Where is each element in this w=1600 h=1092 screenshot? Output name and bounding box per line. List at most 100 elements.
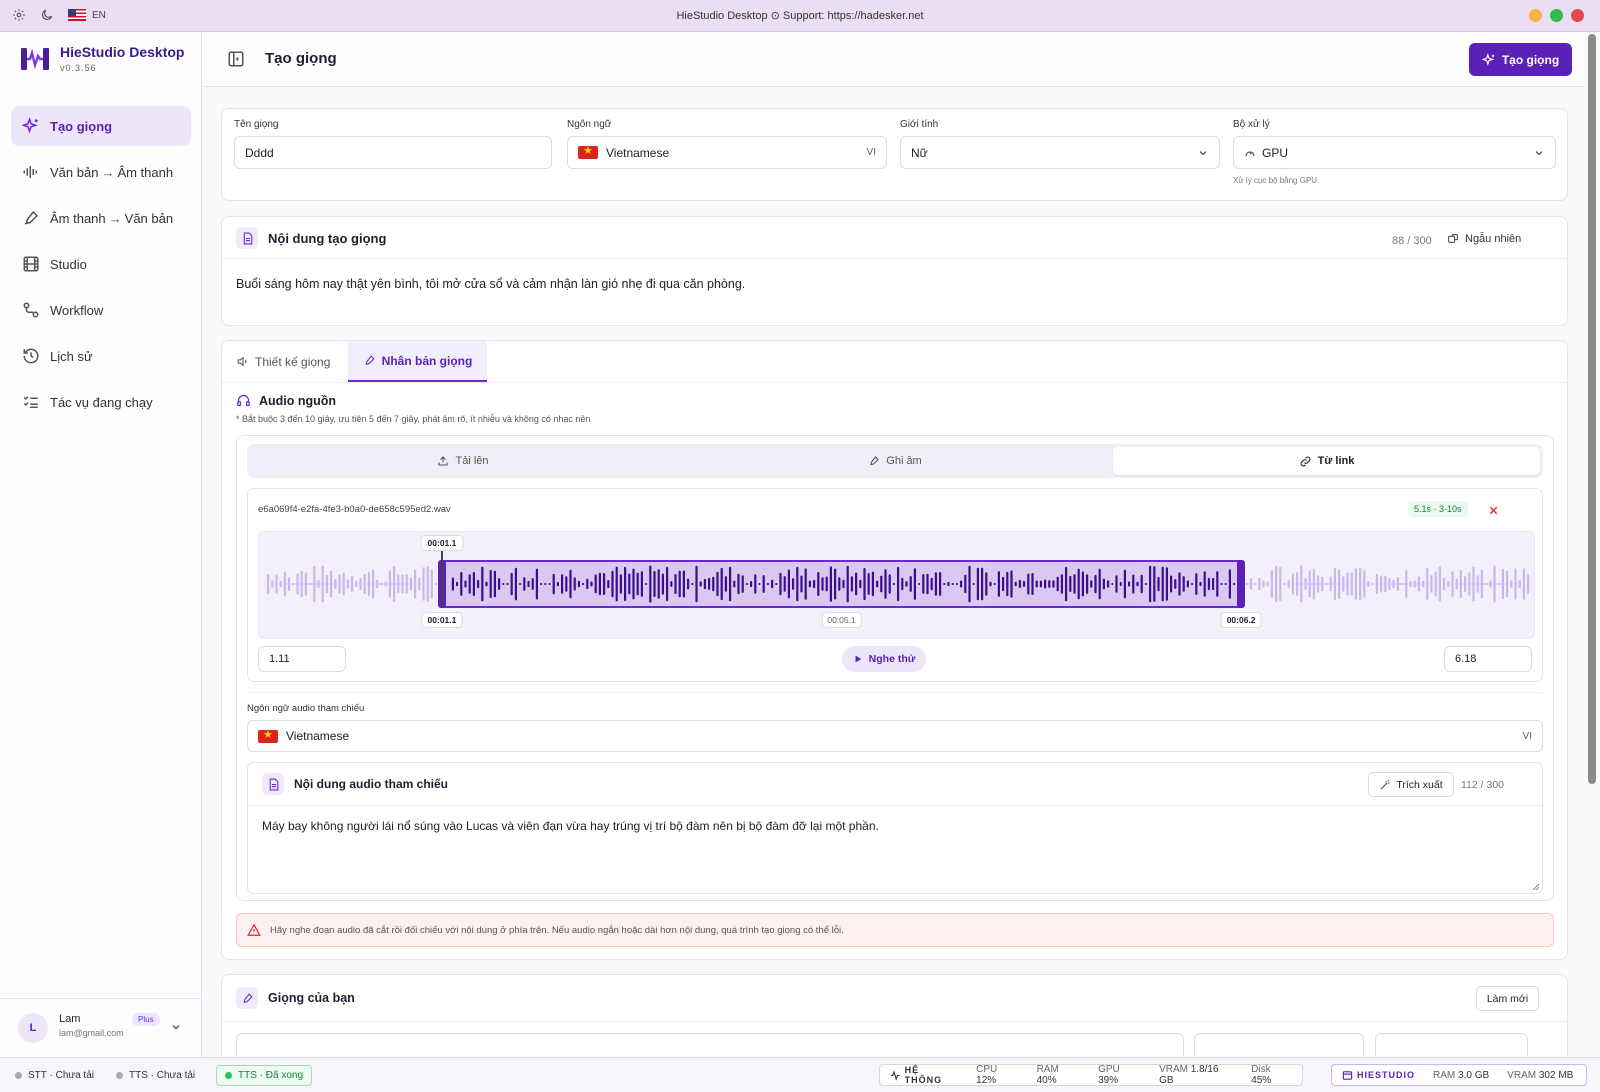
extract-button[interactable]: Trích xuất — [1368, 772, 1454, 797]
sidebar-item-label: Studio — [50, 256, 87, 272]
waveform-bar — [1417, 576, 1420, 592]
film-icon — [23, 256, 39, 272]
main-content: Tên giọng Dddd Ngôn ngữ Vietnamese VI Gi… — [203, 88, 1585, 1056]
waveform-bar — [1312, 568, 1315, 600]
voice-sort-select[interactable] — [1375, 1033, 1528, 1056]
tab-from-link[interactable]: Từ link — [1113, 447, 1540, 475]
warning-banner: Hãy nghe đoạn audio đã cắt rồi đối chiếu… — [236, 913, 1554, 947]
waveform-bar — [1422, 580, 1425, 588]
tab-record[interactable]: Ghi âm — [679, 444, 1111, 478]
preview-play-button[interactable]: Nghe thử — [842, 646, 926, 672]
mic-pen-icon — [870, 456, 880, 466]
waveform-bar — [1392, 579, 1395, 589]
sidebar-item-create-voice[interactable]: Tạo giọng — [11, 106, 191, 146]
reference-textarea[interactable]: Máy bay không người lái nổ súng vào Luca… — [262, 819, 1522, 833]
content-textarea[interactable]: Buổi sáng hôm nay thật yên bình, tôi mở … — [236, 277, 1546, 291]
tts-status: TTS · Chưa tải — [116, 1058, 195, 1092]
playhead[interactable] — [440, 550, 443, 608]
trim-end-input[interactable]: 6.18 — [1444, 646, 1532, 672]
remove-file-icon[interactable] — [1488, 505, 1499, 516]
waveform-bar — [1384, 575, 1387, 593]
refresh-button[interactable]: Làm mới — [1476, 986, 1539, 1011]
waveform-bar — [1522, 568, 1525, 600]
user-email: lam@gmail.com — [59, 1028, 124, 1038]
voice-name-input[interactable]: Dddd — [234, 136, 552, 169]
sidebar-item-running-tasks[interactable]: Tác vụ đang chạy — [11, 382, 191, 422]
vn-flag-icon — [578, 144, 598, 159]
waveform-bar — [304, 572, 307, 596]
waveform-bar — [330, 570, 333, 598]
brand-name: HieStudio Desktop — [60, 44, 185, 60]
sidebar-item-label: Lịch sử — [50, 348, 93, 364]
sidebar-item-speech-to-text[interactable]: Âm thanh → Văn bản — [11, 198, 191, 238]
waveform-bar — [338, 574, 341, 594]
waveform-bar — [363, 574, 366, 594]
source-tabs: Tải lên Ghi âm Từ link — [247, 444, 1543, 478]
content-title: Nội dung tạo giọng — [268, 230, 387, 246]
time-start-label: 00:01.1 — [421, 612, 463, 628]
gender-select[interactable]: Nữ — [900, 136, 1220, 169]
voice-search-input[interactable] — [236, 1033, 1184, 1056]
reference-char-count: 112 / 300 — [1461, 779, 1505, 791]
user-name: Lam — [59, 1013, 81, 1025]
sidebar-item-label: Văn bản → Âm thanh — [50, 164, 174, 180]
sidebar-item-text-to-speech[interactable]: Văn bản → Âm thanh — [11, 152, 191, 192]
trim-handle-end[interactable] — [1237, 560, 1246, 608]
shuffle-icon — [1448, 234, 1458, 243]
tab-design-voice[interactable]: Thiết kế giọng — [236, 341, 330, 382]
sparkles-icon — [1481, 52, 1495, 66]
waveform-bar — [397, 574, 400, 594]
waveform-bar — [1363, 570, 1366, 598]
waveform-track[interactable]: 00:01.1 00:01.1 00:05.1 00:06.2 — [258, 531, 1535, 639]
user-profile[interactable]: L Lam lam@gmail.com Plus — [0, 998, 202, 1056]
waveform-bar — [292, 583, 295, 585]
chevron-down-icon — [1535, 150, 1543, 155]
random-button[interactable]: Ngẫu nhiên — [1447, 232, 1521, 245]
language-select[interactable]: Vietnamese VI — [567, 136, 887, 169]
sidebar-nav: Tạo giọng Văn bản → Âm thanh Âm thanh → Văn … — [11, 106, 191, 428]
document-icon — [236, 227, 258, 249]
reference-language-select[interactable]: Vietnamese VI — [247, 720, 1543, 752]
create-voice-button[interactable]: Tạo giọng — [1469, 43, 1572, 76]
tab-clone-voice[interactable]: Nhân bản giọng — [348, 341, 487, 382]
waveform-bar — [1497, 583, 1500, 585]
waveform-bar — [1333, 567, 1336, 601]
waveform-bar — [1283, 583, 1286, 585]
minimize-button[interactable] — [1529, 9, 1542, 22]
voice-clone-card: Thiết kế giọng Nhân bản giọng Audio nguồ… — [221, 340, 1568, 960]
reference-content-box: Nội dung audio tham chiếu Trích xuất 112… — [247, 762, 1543, 894]
page-scrollbar[interactable] — [1588, 34, 1596, 784]
waveform-bar — [1510, 580, 1513, 588]
window-title: HieStudio Desktop ⊙ Support: https://had… — [676, 10, 924, 22]
chevron-down-icon[interactable] — [170, 1021, 182, 1033]
maximize-button[interactable] — [1550, 9, 1563, 22]
waveform-bar — [351, 576, 354, 592]
waveform-bar — [1401, 583, 1404, 585]
char-count: 88 / 300 — [1392, 235, 1432, 247]
sidebar-item-studio[interactable]: Studio — [11, 244, 191, 284]
resize-handle-icon[interactable] — [1531, 882, 1539, 890]
sidebar-item-label: Tác vụ đang chạy — [50, 394, 153, 410]
close-window-button[interactable] — [1571, 9, 1584, 22]
waveform-bar — [1296, 572, 1299, 596]
sidebar-toggle-icon[interactable] — [227, 50, 245, 68]
sidebar-item-history[interactable]: Lịch sử — [11, 336, 191, 376]
sidebar-item-workflow[interactable]: Workflow — [11, 290, 191, 330]
waveform-bar — [1325, 583, 1328, 585]
gender-label: Giới tính — [900, 119, 939, 130]
tab-upload[interactable]: Tải lên — [247, 444, 679, 478]
waveform-bar — [1266, 581, 1269, 587]
sidebar-item-label: Âm thanh → Văn bản — [50, 210, 174, 226]
title-bar: EN HieStudio Desktop ⊙ Support: https://… — [0, 0, 1600, 32]
waveform-bar — [1476, 575, 1479, 593]
waveform-bar — [309, 583, 312, 585]
waveform-bar — [401, 574, 404, 594]
trim-region[interactable] — [441, 560, 1242, 608]
waveform-bar — [405, 574, 408, 594]
voice-filter-select[interactable] — [1194, 1033, 1364, 1056]
waveform-bar — [1405, 570, 1408, 598]
waveform-bar — [422, 567, 425, 601]
processor-select[interactable]: GPU — [1233, 136, 1556, 169]
waveform-bar — [1396, 577, 1399, 591]
trim-start-input[interactable]: 1.11 — [258, 646, 346, 672]
